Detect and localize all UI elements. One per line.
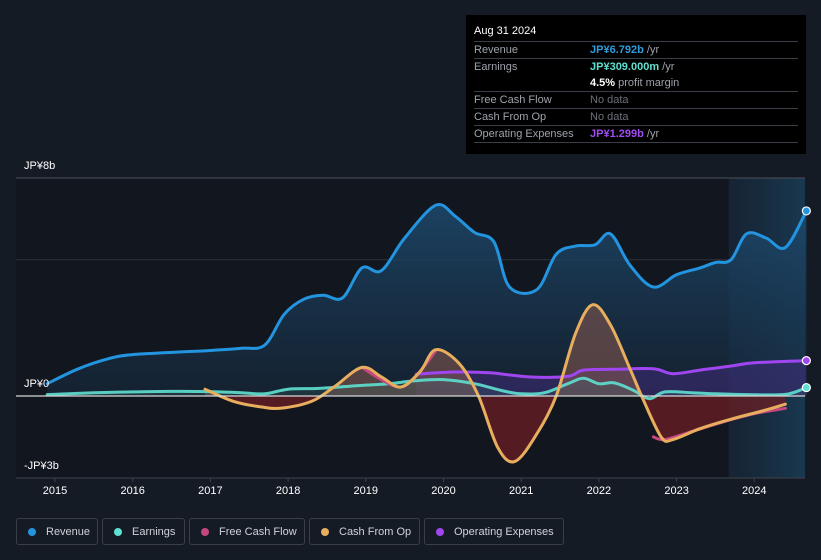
tooltip-value-number: No data bbox=[590, 111, 629, 123]
tooltip-row-value: 4.5% profit margin bbox=[590, 75, 679, 91]
legend-label: Revenue bbox=[46, 525, 91, 538]
tooltip-value-number: JP¥309.000m bbox=[590, 61, 660, 73]
operating-expenses-dot-icon bbox=[436, 527, 444, 536]
tooltip-row: Free Cash Flow No data bbox=[474, 92, 798, 109]
tooltip-row-label: Earnings bbox=[474, 61, 518, 73]
x-tick-label: 2017 bbox=[198, 485, 223, 497]
x-tick-label: 2015 bbox=[42, 485, 68, 497]
tooltip-row-label: Cash From Op bbox=[474, 111, 547, 123]
tooltip-row-value: JP¥6.792b /yr bbox=[590, 42, 659, 58]
cash-from-op-dot-icon bbox=[321, 527, 329, 536]
legend-item-earnings[interactable]: Earnings bbox=[102, 518, 185, 545]
x-tick-label: 2019 bbox=[353, 485, 379, 497]
free-cash-flow-dot-icon bbox=[201, 527, 209, 536]
tooltip-row-label: Revenue bbox=[474, 44, 519, 56]
tooltip-row-value: No data bbox=[590, 109, 629, 125]
x-tick-label: 2022 bbox=[586, 485, 612, 497]
tooltip-row: Operating Expenses JP¥1.299b /yr bbox=[474, 126, 798, 143]
legend-label: Operating Expenses bbox=[454, 525, 554, 538]
legend-item-free-cash-flow[interactable]: Free Cash Flow bbox=[189, 518, 305, 545]
tooltip-row-value: No data bbox=[590, 92, 629, 108]
earnings-end-marker bbox=[801, 382, 811, 393]
revenue-dot-icon bbox=[28, 527, 36, 536]
y-tick-label-zero: JP¥0 bbox=[24, 378, 50, 390]
tooltip-value-suffix: profit margin bbox=[615, 77, 680, 89]
x-tick-label: 2024 bbox=[742, 485, 767, 497]
x-tick-label: 2023 bbox=[664, 485, 689, 497]
legend-item-revenue[interactable]: Revenue bbox=[16, 518, 98, 545]
tooltip-value-suffix: /yr bbox=[643, 128, 660, 140]
operating-expenses-end-marker bbox=[801, 356, 811, 366]
tooltip-row: 4.5% profit margin bbox=[474, 75, 798, 92]
legend-label: Free Cash Flow bbox=[219, 525, 297, 538]
x-tick-label: 2018 bbox=[275, 485, 301, 497]
y-tick-label-bottom: -JP¥3b bbox=[24, 460, 59, 472]
tooltip-date: Aug 31 2024 bbox=[474, 23, 798, 42]
tooltip-row-value: JP¥309.000m /yr bbox=[590, 59, 674, 75]
tooltip-value-number: JP¥1.299b bbox=[590, 128, 644, 140]
tooltip-row: Cash From Op No data bbox=[474, 109, 798, 126]
x-tick-label: 2020 bbox=[431, 485, 456, 497]
revenue-end-marker bbox=[801, 206, 811, 216]
tooltip-row-label bbox=[474, 75, 590, 91]
tooltip-row: Earnings JP¥309.000m /yr bbox=[474, 59, 798, 75]
tooltip-row: Revenue JP¥6.792b /yr bbox=[474, 42, 798, 59]
tooltip-value-number: No data bbox=[590, 94, 629, 106]
x-tick-label: 2016 bbox=[120, 485, 145, 497]
earnings-dot-icon bbox=[114, 527, 122, 536]
tooltip-value-suffix: /yr bbox=[643, 44, 660, 56]
tooltip-row-label: Operating Expenses bbox=[474, 128, 574, 140]
y-tick-label-top: JP¥8b bbox=[24, 160, 56, 172]
legend-label: Cash From Op bbox=[339, 525, 412, 538]
tooltip-row-value: JP¥1.299b /yr bbox=[590, 126, 659, 142]
tooltip-panel: Aug 31 2024 Revenue JP¥6.792b /yr Earnings… bbox=[466, 15, 806, 154]
tooltip-value-number: JP¥6.792b bbox=[590, 44, 644, 56]
tooltip-value-number: 4.5% bbox=[590, 77, 616, 89]
tooltip-value-suffix: /yr bbox=[659, 61, 675, 73]
legend-item-cash-from-op[interactable]: Cash From Op bbox=[309, 518, 420, 545]
tooltip-row-label: Free Cash Flow bbox=[474, 94, 552, 106]
legend-label: Earnings bbox=[132, 525, 176, 538]
x-tick-label: 2021 bbox=[508, 485, 534, 497]
legend-item-operating-expenses[interactable]: Operating Expenses bbox=[424, 518, 564, 545]
